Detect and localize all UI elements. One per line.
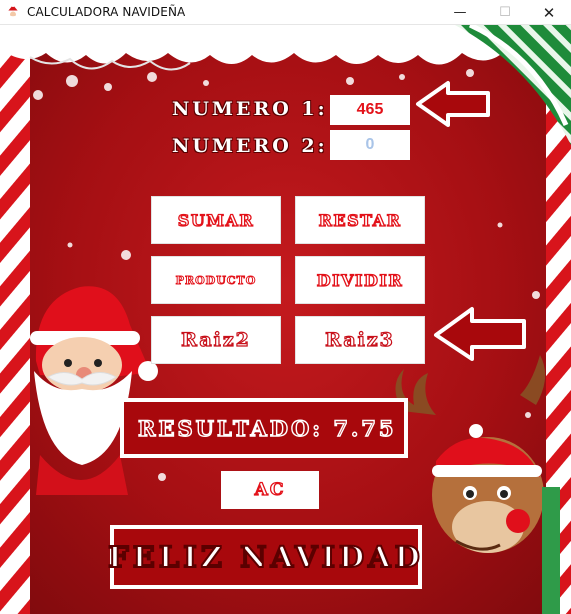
ac-button[interactable]: AC <box>221 471 319 509</box>
window-title: CALCULADORA NAVIDEÑA <box>27 5 186 19</box>
restar-button[interactable]: RESTAR <box>295 196 425 244</box>
arrow-left-icon <box>416 81 490 127</box>
close-button[interactable]: ✕ <box>527 0 571 25</box>
santa-app-icon <box>7 4 19 18</box>
sumar-button[interactable]: SUMAR <box>151 196 281 244</box>
minimize-button[interactable]: — <box>438 0 482 25</box>
title-bar: CALCULADORA NAVIDEÑA — ☐ ✕ <box>0 0 571 25</box>
arrow-left-icon <box>434 307 526 361</box>
result-display: RESULTADO: 7.75 <box>120 398 408 458</box>
raiz2-button[interactable]: Raiz2 <box>151 316 281 364</box>
santa-illustration <box>30 286 158 495</box>
feliz-navidad-banner: FELIZ NAVIDAD <box>107 525 422 589</box>
green-ribbon <box>455 25 571 145</box>
candy-cane-border-right <box>546 25 571 614</box>
numero2-input[interactable] <box>330 130 410 160</box>
maximize-button[interactable]: ☐ <box>483 0 527 25</box>
producto-button[interactable]: PRODUCTO <box>151 256 281 304</box>
dividir-button[interactable]: DIVIDIR <box>295 256 425 304</box>
numero1-label: NUMERO 1: <box>172 98 328 120</box>
raiz3-button[interactable]: Raiz3 <box>295 316 425 364</box>
candy-cane-border-left <box>0 25 30 614</box>
calculator-canvas: NUMERO 1: NUMERO 2: SUMAR RESTAR PRODUCT… <box>0 25 571 614</box>
snow-top-border <box>0 25 571 65</box>
numero2-label: NUMERO 2: <box>172 135 328 157</box>
numero1-input[interactable] <box>330 95 410 125</box>
